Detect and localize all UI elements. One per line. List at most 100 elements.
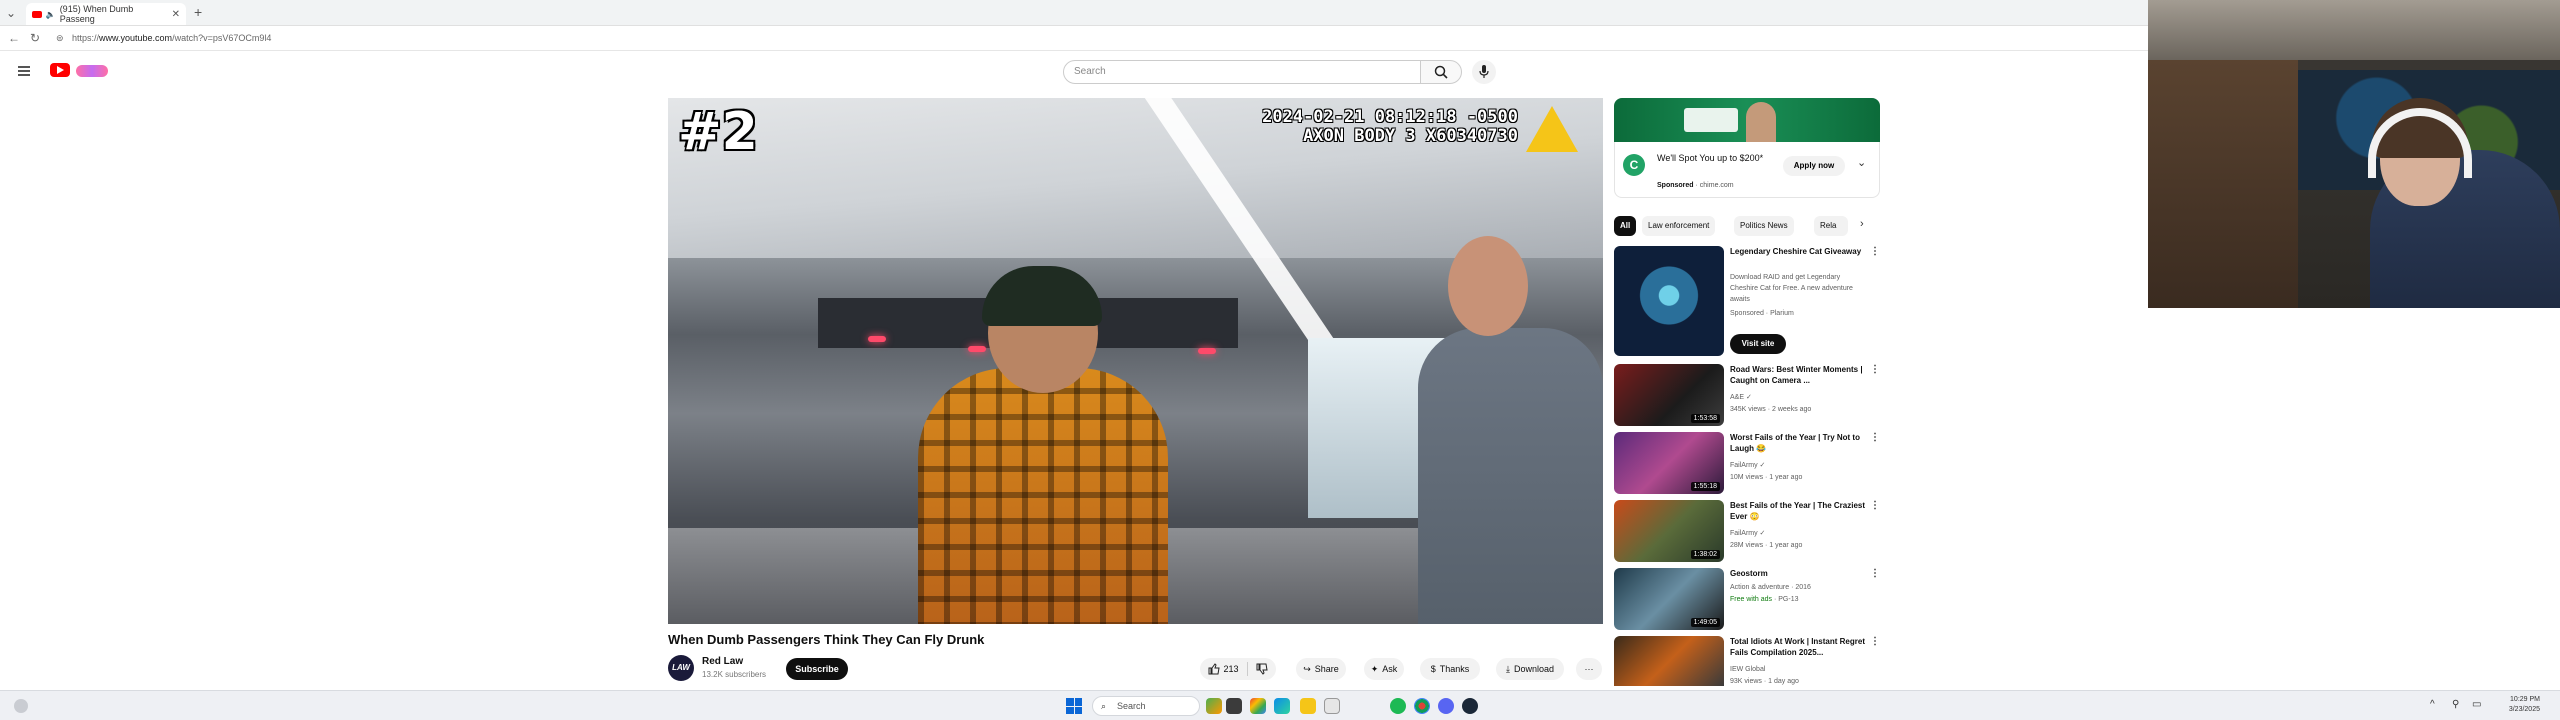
chrome-browser-icon[interactable]	[1414, 698, 1430, 714]
recommendation-title[interactable]: Best Fails of the Year | The Craziest Ev…	[1730, 500, 1868, 522]
ad-headline[interactable]: We'll Spot You up to $200*	[1657, 152, 1767, 164]
recommendation-item[interactable]: 1:53:58 Road Wars: Best Winter Moments |…	[1614, 364, 1884, 426]
thanks-icon: $	[1430, 664, 1436, 674]
new-tab-button[interactable]: +	[194, 4, 202, 20]
file-explorer-icon[interactable]	[1300, 698, 1316, 714]
ad-banner-image[interactable]	[1614, 98, 1880, 142]
recommendation-thumbnail[interactable]	[1614, 636, 1724, 686]
recommendation-channel[interactable]: IEW Global	[1730, 664, 1870, 675]
discord-icon[interactable]	[1438, 698, 1454, 714]
recommendation-title[interactable]: Total Idiots At Work | Instant Regret Fa…	[1730, 636, 1868, 658]
bodycam-timestamp: 2024-02-21 08:12:18 -0500	[1262, 107, 1518, 127]
visit-site-button[interactable]: Visit site	[1730, 334, 1786, 354]
recommendation-thumbnail[interactable]: 1:55:18	[1614, 432, 1724, 494]
tab-list-chevron-icon[interactable]: ⌄	[6, 6, 16, 20]
task-view-icon[interactable]	[1226, 698, 1242, 714]
more-options-icon[interactable]: ⋮	[1870, 246, 1880, 257]
photos-app-icon[interactable]	[1250, 698, 1266, 714]
channel-avatar[interactable]: LAW	[668, 655, 694, 681]
chip-related[interactable]: Rela	[1814, 216, 1848, 236]
recommendation-sponsored[interactable]: Legendary Cheshire Cat Giveaway Download…	[1614, 246, 1884, 356]
search-input[interactable]: Search	[1063, 60, 1421, 84]
webcam-overlay	[2148, 0, 2560, 308]
apply-now-button[interactable]: Apply now	[1783, 156, 1845, 176]
site-info-icon[interactable]: ⊜	[56, 33, 64, 44]
share-button[interactable]: ↪ Share	[1296, 658, 1346, 680]
reload-icon[interactable]: ↻	[30, 31, 40, 45]
taskbar-clock[interactable]: 10:29 PM 3/23/2025	[2496, 695, 2540, 715]
like-button[interactable]: 213	[1208, 663, 1239, 675]
chip-law-enforcement[interactable]: Law enforcement	[1642, 216, 1716, 236]
youtube-logo-icon[interactable]	[50, 63, 70, 77]
more-options-icon[interactable]: ⋮	[1870, 364, 1880, 375]
copilot-app-icon[interactable]	[1206, 698, 1222, 714]
chip-politics-news[interactable]: Politics News	[1734, 216, 1794, 236]
windows-logo-tile	[1066, 698, 1074, 706]
recommendation-channel[interactable]: FailArmy ✓	[1730, 460, 1870, 471]
search-button[interactable]	[1420, 60, 1462, 84]
recommendation-title[interactable]: Worst Fails of the Year | Try Not to Lau…	[1730, 432, 1868, 454]
tab-audio-icon[interactable]: 🔈	[46, 10, 56, 19]
video-player[interactable]: #2 2024-02-21 08:12:18 -0500 AXON BODY 3…	[668, 98, 1603, 624]
more-options-icon[interactable]: ⋮	[1870, 568, 1880, 579]
windows-logo-tile	[1074, 706, 1082, 714]
chime-logo[interactable]: C	[1623, 154, 1645, 176]
more-options-icon[interactable]: ⋮	[1870, 500, 1880, 511]
recommendation-thumbnail[interactable]	[1614, 246, 1724, 356]
download-button[interactable]: ⤓ Download	[1496, 658, 1564, 680]
download-icon: ⤓	[1505, 663, 1510, 674]
recommendation-title[interactable]: Legendary Cheshire Cat Giveaway	[1730, 246, 1868, 257]
recommendation-thumbnail[interactable]: 1:53:58	[1614, 364, 1724, 426]
address-input[interactable]: https://www.youtube.com/watch?v=psV67OCm…	[72, 33, 271, 43]
recommendation-channel[interactable]: A&E ✓	[1730, 392, 1870, 403]
thanks-button[interactable]: $ Thanks	[1420, 658, 1480, 680]
recommendation-item[interactable]: 1:55:18 Worst Fails of the Year | Try No…	[1614, 432, 1884, 494]
chevron-down-icon[interactable]: ⌄	[1857, 156, 1866, 169]
start-button[interactable]	[1066, 698, 1082, 714]
recommendation-thumbnail[interactable]: 1:38:02	[1614, 500, 1724, 562]
back-arrow-icon[interactable]: ←	[8, 31, 20, 45]
recommendation-availability: Free with ads · PG-13	[1730, 594, 1870, 605]
ad-domain: · chime.com	[1695, 182, 1734, 189]
microphone-icon[interactable]: ⚲	[2452, 699, 2459, 710]
edge-browser-icon[interactable]	[1274, 698, 1290, 714]
axon-logo-icon	[1526, 106, 1578, 152]
steam-icon[interactable]	[1462, 698, 1478, 714]
video-scene-passenger-grey	[1418, 328, 1603, 624]
ask-label: Ask	[1382, 664, 1398, 674]
more-actions-button[interactable]: ···	[1576, 658, 1602, 680]
more-options-icon[interactable]: ⋮	[1870, 432, 1880, 443]
chip-all[interactable]: All	[1614, 216, 1637, 236]
sparkle-icon: ✦	[1370, 663, 1379, 674]
tray-chevron-icon[interactable]: ^	[2430, 699, 2435, 710]
thumbs-down-icon[interactable]	[1256, 663, 1268, 675]
youtube-doodle-icon[interactable]	[76, 65, 108, 77]
recommendation-item[interactable]: Total Idiots At Work | Instant Regret Fa…	[1614, 636, 1884, 686]
spotify-icon[interactable]	[1390, 698, 1406, 714]
video-scene-red-light	[1198, 348, 1216, 354]
tab-title: (915) When Dumb Passeng	[59, 4, 134, 24]
recommendation-title[interactable]: Road Wars: Best Winter Moments | Caught …	[1730, 364, 1868, 386]
recommendation-channel[interactable]: FailArmy ✓	[1730, 528, 1870, 539]
recommendation-item[interactable]: 1:49:05 Geostorm Action & adventure · 20…	[1614, 568, 1884, 630]
taskbar-search[interactable]: ⌕ Search	[1092, 696, 1200, 716]
more-options-icon[interactable]: ⋮	[1870, 636, 1880, 647]
recommendation-genre: Action & adventure · 2016	[1730, 584, 1811, 591]
network-icon[interactable]: ▭	[2472, 699, 2481, 710]
channel-name-link[interactable]: Red Law	[702, 656, 743, 667]
guide-menu-icon[interactable]	[18, 66, 30, 76]
video-duration: 1:53:58	[1690, 414, 1720, 423]
tab-close-icon[interactable]: ✕	[172, 9, 180, 20]
ask-button[interactable]: ✦ Ask	[1364, 658, 1404, 680]
chevron-right-icon[interactable]: ›	[1860, 218, 1864, 230]
youtube-masthead: Search	[0, 52, 2148, 92]
subscribe-button[interactable]: Subscribe	[786, 658, 848, 680]
browser-tab-active[interactable]: 🔈 (915) When Dumb Passeng ✕	[26, 3, 186, 25]
recommendation-thumbnail[interactable]: 1:49:05	[1614, 568, 1724, 630]
notepad-icon[interactable]	[1324, 698, 1340, 714]
recommendation-title[interactable]: Geostorm	[1730, 568, 1868, 579]
voice-search-button[interactable]	[1472, 60, 1496, 84]
recommendation-item[interactable]: 1:38:02 Best Fails of the Year | The Cra…	[1614, 500, 1884, 562]
taskbar-search-label: Search	[1117, 701, 1146, 711]
widgets-icon[interactable]	[14, 699, 28, 713]
